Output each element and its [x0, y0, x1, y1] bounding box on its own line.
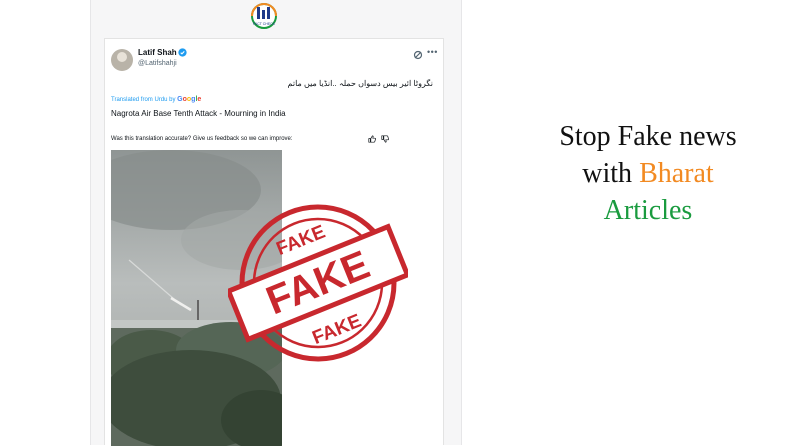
google-wordmark: Google: [177, 96, 202, 103]
avatar[interactable]: [111, 49, 133, 71]
fact-check-logo: FACT CHECK: [251, 3, 277, 29]
headline: Stop Fake news with Bharat Articles: [498, 118, 798, 229]
translated-from-text: Translated from Urdu by: [111, 97, 176, 103]
more-options-icon[interactable]: •••: [427, 47, 438, 57]
thumbs-up-icon[interactable]: [368, 135, 376, 143]
headline-with: with: [582, 158, 640, 189]
fake-stamp: FAKE FAKE FAKE: [228, 204, 408, 362]
logo-text: FACT CHECK: [253, 22, 276, 26]
thumbs-down-icon[interactable]: [381, 135, 389, 143]
headline-brand: Bharat: [639, 158, 714, 189]
author-handle[interactable]: @Latifshahji: [138, 60, 177, 67]
post-translation: Nagrota Air Base Tenth Attack - Mourning…: [111, 109, 286, 118]
translated-from-label[interactable]: Translated from Urdu by Google: [111, 96, 201, 103]
translation-feedback-prompt: Was this translation accurate? Give us f…: [111, 136, 293, 142]
headline-line-2: with Bharat: [498, 155, 798, 192]
headline-line-3: Articles: [603, 195, 693, 226]
grok-icon[interactable]: [413, 50, 423, 60]
post-original-text: نگروٹا ائیر بیس دسواں حملہ ..انڈیا میں م…: [287, 79, 433, 88]
headline-line-1: Stop Fake news: [559, 121, 737, 152]
verified-badge-icon: [178, 48, 187, 57]
author-name[interactable]: Latif Shah: [138, 48, 177, 57]
